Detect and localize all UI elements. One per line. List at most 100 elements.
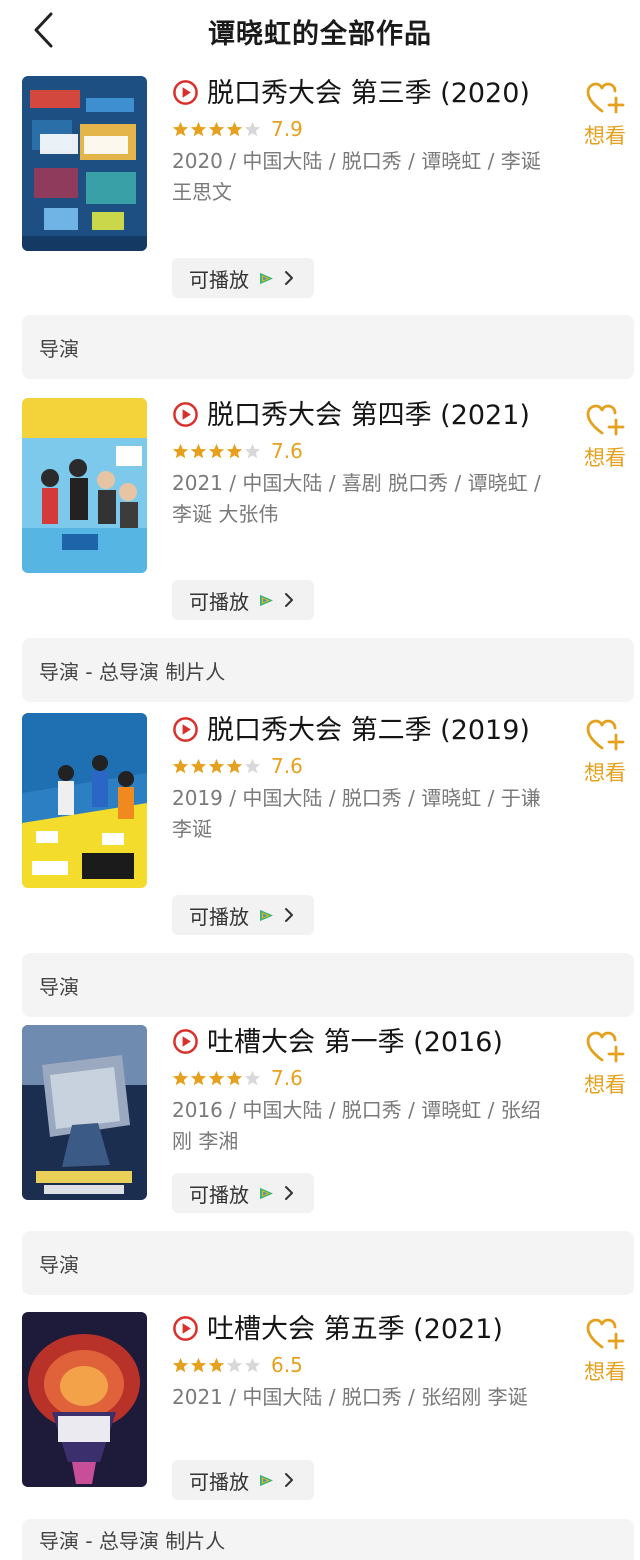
poster-image[interactable] [22, 398, 147, 573]
star-filled-icon [226, 121, 243, 136]
video-platform-icon [260, 1474, 273, 1486]
poster-image[interactable] [22, 1025, 147, 1200]
video-platform-icon [260, 594, 273, 606]
star-filled-icon [172, 1357, 189, 1372]
work-title-text: 吐槽大会 第五季 (2021) [207, 1314, 503, 1345]
want-to-watch-button[interactable]: 想看 [582, 717, 628, 787]
poster-image[interactable] [22, 76, 147, 251]
heart-plus-icon [586, 1031, 625, 1063]
rating-score: 7.9 [271, 117, 303, 141]
rating: 7.6 [172, 1062, 552, 1094]
chevron-right-icon [285, 1473, 293, 1487]
star-rating [172, 1357, 261, 1374]
video-platform-icon [260, 272, 273, 284]
star-filled-icon [208, 121, 225, 136]
play-circle-icon [173, 1316, 198, 1341]
work-meta: 2021 / 中国大陆 / 脱口秀 / 张绍刚 李诞 [172, 1385, 528, 1409]
work-meta: 2016 / 中国大陆 / 脱口秀 / 谭晓虹 / 张绍刚 李湘 [172, 1098, 541, 1153]
play-circle-icon [173, 402, 198, 427]
poster-image[interactable] [22, 713, 147, 888]
heart-plus-icon [586, 82, 625, 114]
star-rating [172, 443, 261, 460]
star-filled-icon [226, 758, 243, 773]
star-empty-icon [244, 121, 261, 136]
want-label: 想看 [584, 446, 626, 470]
star-filled-icon [190, 1070, 207, 1085]
star-filled-icon [172, 121, 189, 136]
poster-image[interactable] [22, 1312, 147, 1487]
star-filled-icon [190, 1357, 207, 1372]
role-bar: 导演 - 总导演 制片人 [22, 638, 634, 702]
video-platform-icon [260, 909, 273, 921]
star-filled-icon [190, 121, 207, 136]
star-filled-icon [190, 443, 207, 458]
rating: 6.5 [172, 1349, 552, 1381]
star-filled-icon [226, 1070, 243, 1085]
chevron-right-icon [285, 271, 293, 285]
star-empty-icon [226, 1357, 243, 1372]
playable-button[interactable]: 可播放 [172, 1460, 314, 1500]
playable-label: 可播放 [189, 589, 249, 614]
star-empty-icon [244, 1070, 261, 1085]
work-title[interactable]: 脱口秀大会 第三季 (2020) [172, 76, 552, 111]
want-label: 想看 [584, 1360, 626, 1384]
star-rating [172, 758, 261, 775]
work-title-text: 脱口秀大会 第三季 (2020) [207, 78, 530, 109]
rating-score: 7.6 [271, 754, 303, 778]
star-filled-icon [190, 758, 207, 773]
playable-label: 可播放 [189, 267, 249, 292]
heart-plus-icon [586, 719, 625, 751]
heart-plus-icon [586, 404, 625, 436]
work-meta: 2020 / 中国大陆 / 脱口秀 / 谭晓虹 / 李诞 王思文 [172, 149, 541, 204]
work-title[interactable]: 吐槽大会 第五季 (2021) [172, 1312, 552, 1347]
playable-label: 可播放 [189, 1469, 249, 1494]
star-filled-icon [208, 758, 225, 773]
want-to-watch-button[interactable]: 想看 [582, 402, 628, 472]
star-empty-icon [244, 1357, 261, 1372]
want-to-watch-button[interactable]: 想看 [582, 80, 628, 150]
star-filled-icon [208, 443, 225, 458]
chevron-right-icon [285, 908, 293, 922]
want-to-watch-button[interactable]: 想看 [582, 1316, 628, 1386]
work-meta: 2019 / 中国大陆 / 脱口秀 / 谭晓虹 / 于谦 李诞 [172, 786, 541, 841]
playable-label: 可播放 [189, 1182, 249, 1207]
work-title[interactable]: 脱口秀大会 第二季 (2019) [172, 713, 552, 748]
want-label: 想看 [584, 124, 626, 148]
video-platform-icon [260, 1187, 273, 1199]
star-rating [172, 1070, 261, 1087]
page-title: 谭晓虹的全部作品 [208, 19, 432, 50]
rating-score: 7.6 [271, 439, 303, 463]
work-title[interactable]: 吐槽大会 第一季 (2016) [172, 1025, 552, 1060]
playable-button[interactable]: 可播放 [172, 258, 314, 298]
playable-button[interactable]: 可播放 [172, 580, 314, 620]
top-bar: 谭晓虹的全部作品 [0, 0, 640, 62]
play-circle-icon [173, 1029, 198, 1054]
star-filled-icon [172, 758, 189, 773]
star-filled-icon [208, 1357, 225, 1372]
rating: 7.6 [172, 750, 552, 782]
chevron-right-icon [285, 593, 293, 607]
star-rating [172, 121, 261, 138]
work-meta: 2021 / 中国大陆 / 喜剧 脱口秀 / 谭晓虹 / 李诞 大张伟 [172, 471, 541, 526]
playable-button[interactable]: 可播放 [172, 1173, 314, 1213]
star-empty-icon [244, 443, 261, 458]
play-circle-icon [173, 80, 198, 105]
playable-button[interactable]: 可播放 [172, 895, 314, 935]
role-bar: 导演 [22, 1231, 634, 1295]
rating-score: 6.5 [271, 1353, 303, 1377]
rating: 7.6 [172, 435, 552, 467]
want-to-watch-button[interactable]: 想看 [582, 1029, 628, 1099]
star-filled-icon [226, 443, 243, 458]
want-label: 想看 [584, 1073, 626, 1097]
work-title-text: 脱口秀大会 第二季 (2019) [207, 715, 530, 746]
role-bar: 导演 [22, 315, 634, 379]
star-empty-icon [244, 758, 261, 773]
play-circle-icon [173, 717, 198, 742]
want-label: 想看 [584, 761, 626, 785]
heart-plus-icon [586, 1318, 625, 1350]
work-title-text: 吐槽大会 第一季 (2016) [207, 1027, 503, 1058]
rating: 7.9 [172, 113, 552, 145]
playable-label: 可播放 [189, 904, 249, 929]
work-title[interactable]: 脱口秀大会 第四季 (2021) [172, 398, 552, 433]
role-bar: 导演 - 总导演 制片人 [22, 1519, 634, 1560]
